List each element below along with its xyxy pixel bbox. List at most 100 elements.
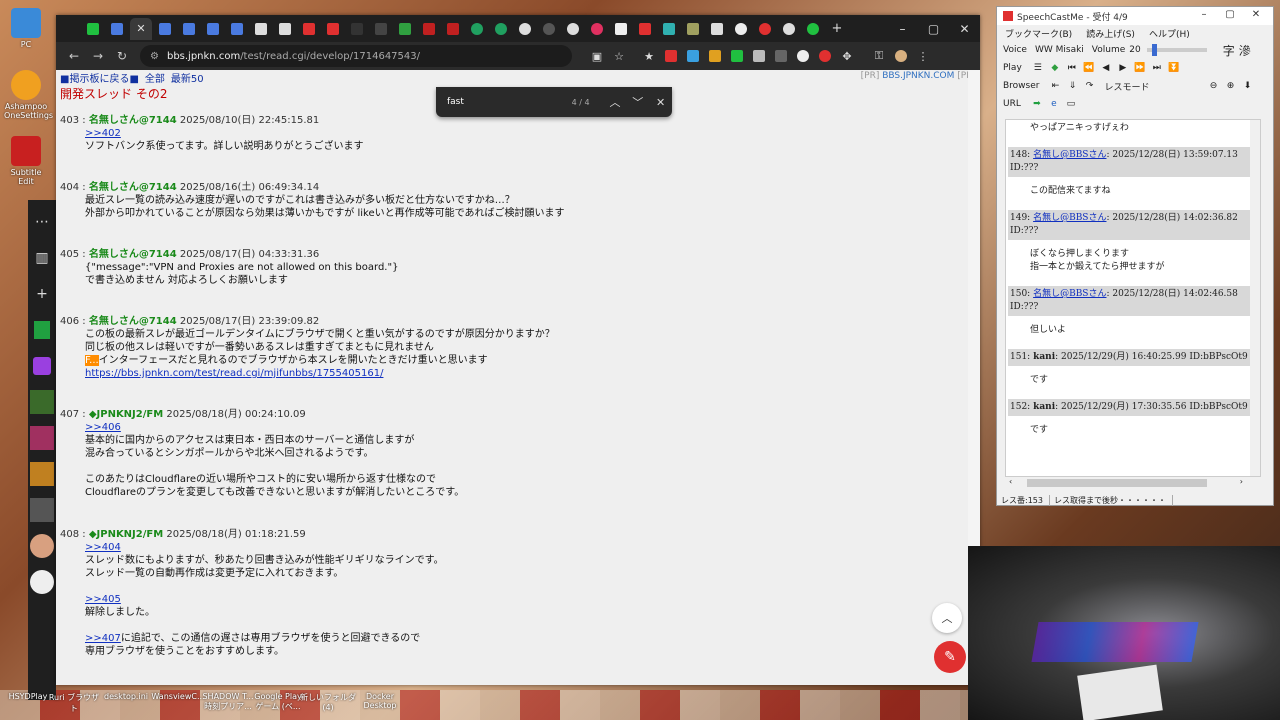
browser-tab[interactable] bbox=[466, 18, 488, 40]
browser-tab[interactable] bbox=[106, 18, 128, 40]
browser-tab[interactable] bbox=[298, 18, 320, 40]
download-icon[interactable]: ⏬ bbox=[1166, 61, 1182, 75]
game-thumb-icon[interactable] bbox=[28, 568, 56, 596]
browser-tab[interactable] bbox=[658, 18, 680, 40]
puzzle-icon[interactable]: ✥ bbox=[836, 45, 858, 67]
post-number[interactable]: 403 : bbox=[60, 115, 89, 126]
extension-icon[interactable] bbox=[660, 45, 682, 67]
maximize-icon[interactable]: ▢ bbox=[1217, 9, 1243, 20]
extension-icon[interactable] bbox=[682, 45, 704, 67]
chevron-down-icon[interactable]: ﹀ bbox=[626, 94, 649, 110]
desktop-icon-pc[interactable]: PC bbox=[4, 8, 48, 49]
close-window-icon[interactable]: ✕ bbox=[1243, 9, 1269, 20]
zoom-in-icon[interactable]: ⊕ bbox=[1223, 79, 1239, 93]
anchor-link[interactable]: >>402 bbox=[85, 128, 121, 139]
all-posts-link[interactable]: 全部 bbox=[145, 70, 165, 85]
browser-tab[interactable] bbox=[730, 18, 752, 40]
browser-tab[interactable] bbox=[346, 18, 368, 40]
page-icon[interactable]: ▣ bbox=[586, 45, 608, 67]
taskbar-item[interactable]: desktop.ini bbox=[98, 692, 154, 701]
menu-speech[interactable]: 読み上げ(S) bbox=[1086, 27, 1135, 40]
extension-icon[interactable] bbox=[726, 45, 748, 67]
ie-icon[interactable]: e bbox=[1046, 97, 1062, 111]
minimize-icon[interactable]: – bbox=[1191, 9, 1217, 20]
new-tab-button[interactable]: + bbox=[826, 18, 848, 40]
browser-tab[interactable] bbox=[226, 18, 248, 40]
down-icon[interactable]: ⇓ bbox=[1064, 79, 1080, 93]
extension-icon[interactable] bbox=[748, 45, 770, 67]
comment-author[interactable]: 名無し@BBSさん bbox=[1033, 289, 1106, 299]
browser-tab[interactable] bbox=[490, 18, 512, 40]
browser-tab[interactable] bbox=[202, 18, 224, 40]
anchor-link[interactable]: >>406 bbox=[85, 422, 121, 433]
comment-list[interactable]: やっぱアニキっすげぇわ 148: 名無し@BBSさん: 2025/12/28(日)… bbox=[1005, 119, 1261, 477]
taskbar-item[interactable]: Google Play ゲーム (ベ... bbox=[250, 692, 306, 712]
skip-start-icon[interactable]: ⏮ bbox=[1064, 61, 1080, 75]
maximize-icon[interactable]: ▢ bbox=[918, 15, 949, 42]
game-thumb-icon[interactable] bbox=[28, 460, 56, 488]
site-info-icon[interactable]: ⚙ bbox=[150, 51, 159, 62]
prev-icon[interactable]: ⇤ bbox=[1047, 79, 1063, 93]
browser-tab[interactable] bbox=[634, 18, 656, 40]
taskbar-item[interactable]: 新しいフォルダ (4) bbox=[300, 692, 356, 712]
more-icon[interactable]: ⋯ bbox=[28, 208, 56, 236]
post-number[interactable]: 405 : bbox=[60, 249, 89, 260]
res-mode-label[interactable]: レスモード bbox=[1104, 80, 1149, 93]
chevron-right-icon[interactable]: › bbox=[1240, 477, 1243, 486]
browser-tab[interactable] bbox=[682, 18, 704, 40]
menu-icon[interactable]: ⋮ bbox=[912, 45, 934, 67]
latest-50-link[interactable]: 最新50 bbox=[171, 70, 204, 85]
browser-tab[interactable] bbox=[82, 18, 104, 40]
browser-tab[interactable] bbox=[586, 18, 608, 40]
game-thumb-icon[interactable] bbox=[28, 388, 56, 416]
browser-tab[interactable] bbox=[322, 18, 344, 40]
play-icon[interactable]: ▶ bbox=[1115, 61, 1131, 75]
browser-tab[interactable] bbox=[418, 18, 440, 40]
desktop-icon-subtitle-edit[interactable]: Subtitle Edit bbox=[4, 136, 48, 186]
rewind-icon[interactable]: ⏪ bbox=[1081, 61, 1097, 75]
anchor-link[interactable]: https://bbs.jpnkn.com/test/read.cgi/mjif… bbox=[85, 368, 383, 379]
anchor-link[interactable]: >>404 bbox=[85, 542, 121, 553]
scroll-to-top-button[interactable]: ︿ bbox=[932, 603, 962, 633]
forward-icon[interactable]: ⏩ bbox=[1132, 61, 1148, 75]
text-icon[interactable]: 字 bbox=[1223, 42, 1235, 59]
skip-end-icon[interactable]: ⏭ bbox=[1149, 61, 1165, 75]
game-thumb-icon[interactable] bbox=[28, 424, 56, 452]
browser-tab[interactable] bbox=[802, 18, 824, 40]
browser-tab[interactable] bbox=[250, 18, 272, 40]
comment-author[interactable]: 名無し@BBSさん bbox=[1033, 150, 1106, 160]
menu-bookmark[interactable]: ブックマーク(B) bbox=[1005, 27, 1072, 40]
taskbar-item[interactable]: SHADOW T... 時刻プリア... bbox=[200, 692, 256, 712]
slider-handle[interactable] bbox=[1152, 44, 1158, 56]
back-icon[interactable]: ← bbox=[62, 49, 86, 63]
eraser-icon[interactable]: ◆ bbox=[1047, 61, 1063, 75]
comment-author[interactable]: 名無し@BBSさん bbox=[1033, 213, 1106, 223]
address-bar[interactable]: ⚙ bbs.jpnkn.com/test/read.cgi/develop/17… bbox=[140, 45, 572, 67]
save-icon[interactable]: ⬇ bbox=[1240, 79, 1256, 93]
key-icon[interactable]: ⚿ bbox=[868, 45, 890, 67]
extension-icon[interactable] bbox=[792, 45, 814, 67]
vertical-scrollbar[interactable] bbox=[1250, 120, 1260, 476]
reload-icon[interactable]: ↻ bbox=[110, 49, 134, 63]
extension-icon[interactable] bbox=[704, 45, 726, 67]
chevron-left-icon[interactable]: ‹ bbox=[1009, 477, 1012, 486]
comment-author[interactable]: kani bbox=[1033, 402, 1055, 412]
browser-tab-active[interactable]: ✕ bbox=[130, 17, 152, 40]
browser-tab[interactable] bbox=[778, 18, 800, 40]
redo-icon[interactable]: ↷ bbox=[1081, 79, 1097, 93]
zoom-out-icon[interactable]: ⊖ bbox=[1206, 79, 1222, 93]
forward-icon[interactable]: → bbox=[86, 49, 110, 63]
jisho-icon[interactable]: 滲 bbox=[1239, 42, 1251, 59]
taskbar-item[interactable]: Docker Desktop bbox=[352, 692, 408, 710]
back-to-board-link[interactable]: ■掲示板に戻る■ bbox=[60, 70, 139, 85]
browser-tab[interactable] bbox=[154, 18, 176, 40]
desktop-icon-onesettings[interactable]: Ashampoo OneSettings bbox=[4, 70, 53, 120]
browser-tab[interactable] bbox=[754, 18, 776, 40]
taskbar-item[interactable]: WansviewC... bbox=[150, 692, 206, 701]
star-icon[interactable]: ☆ bbox=[608, 45, 630, 67]
heart-icon[interactable] bbox=[28, 352, 56, 380]
browser-tab[interactable] bbox=[370, 18, 392, 40]
extension-icon[interactable] bbox=[814, 45, 836, 67]
avatar[interactable] bbox=[28, 532, 56, 560]
close-icon[interactable]: ✕ bbox=[136, 22, 145, 35]
